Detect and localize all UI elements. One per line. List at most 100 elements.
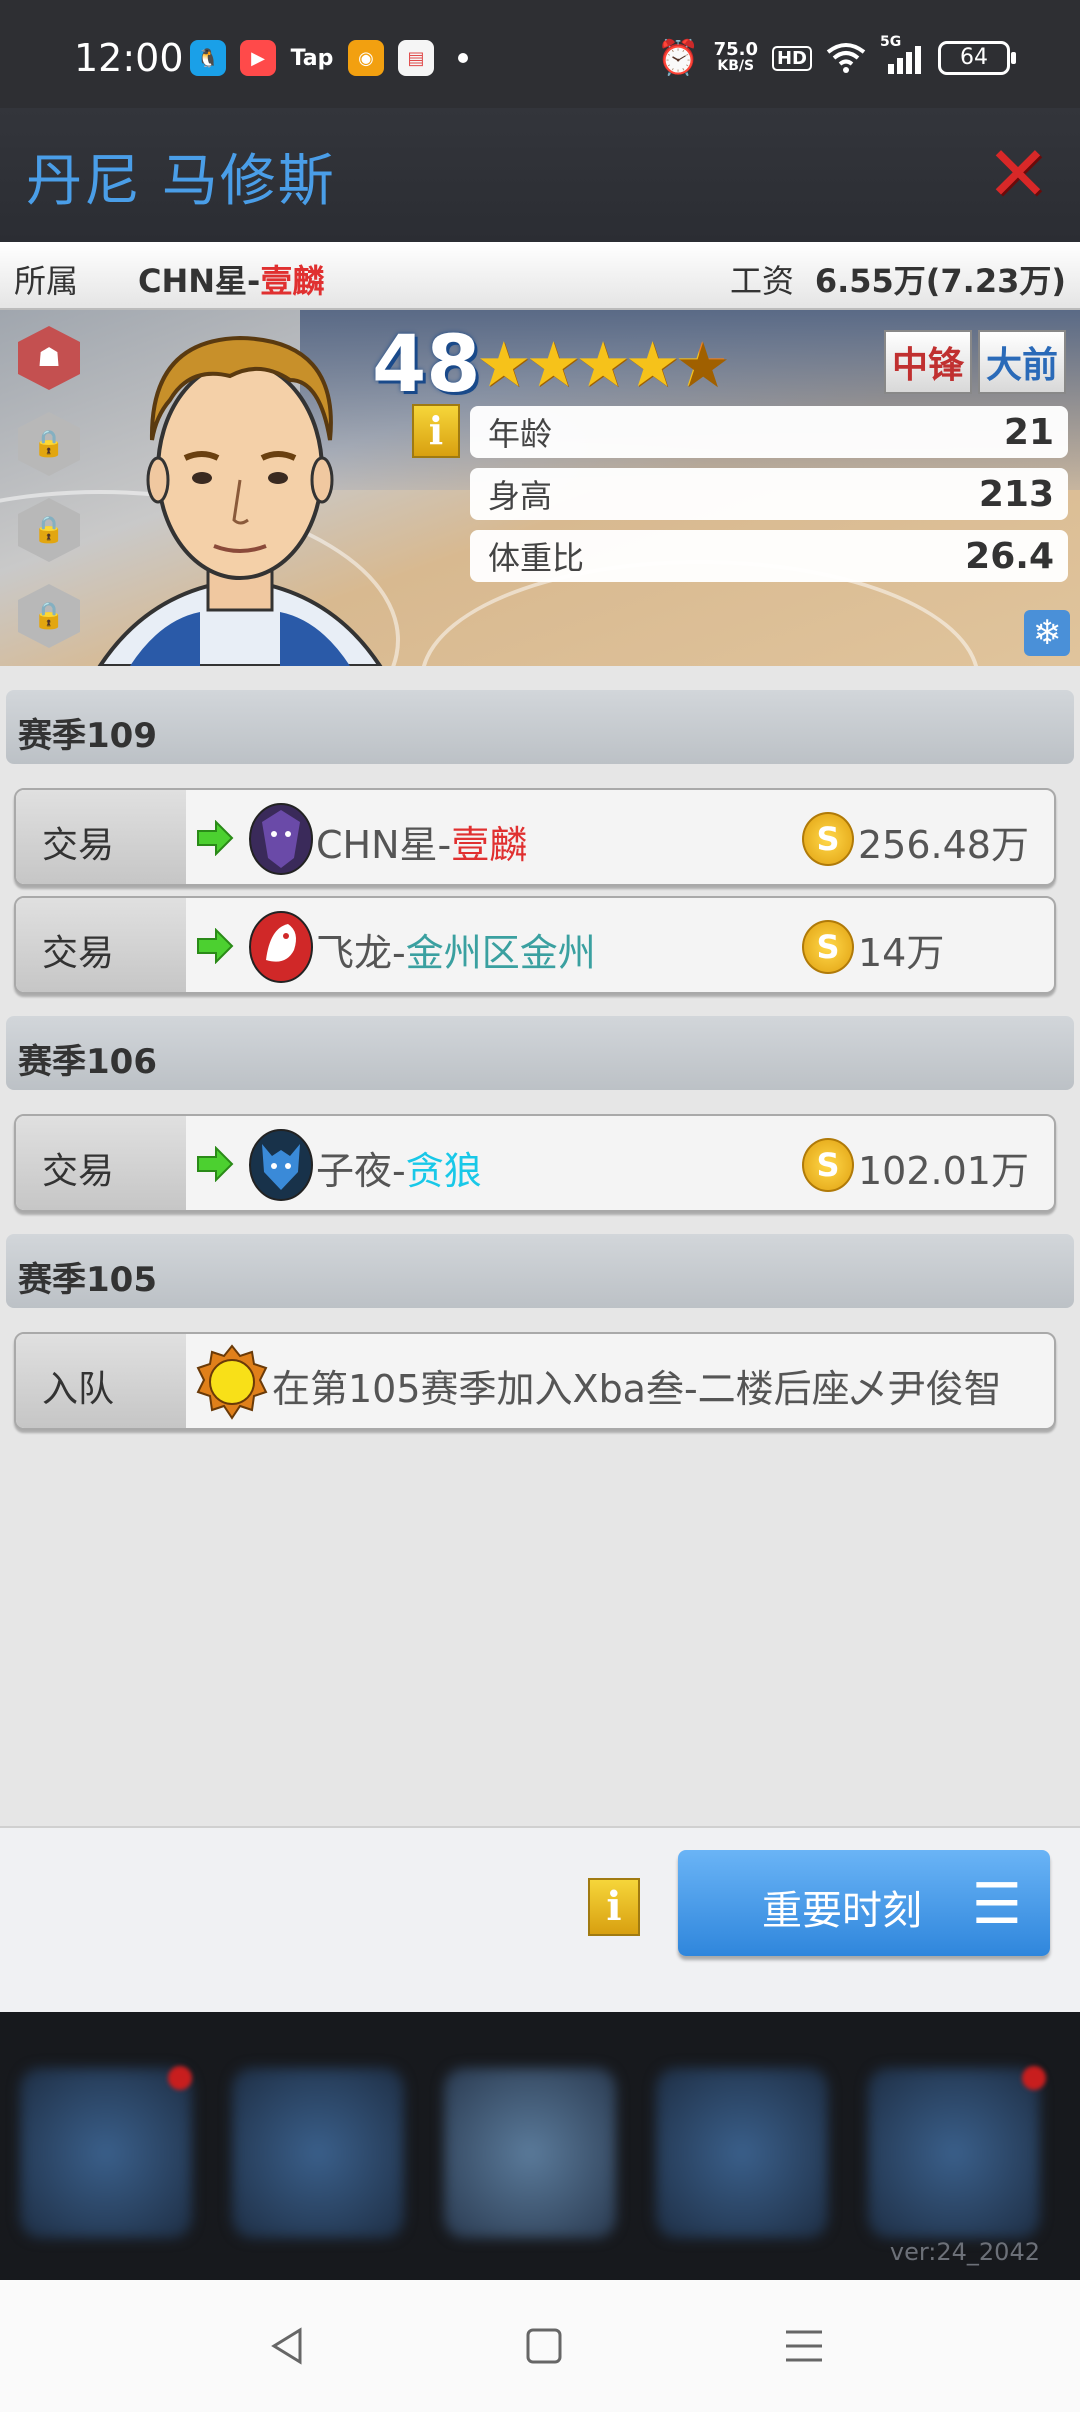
entry-type: 交易 — [16, 898, 186, 992]
important-moments-button[interactable]: 重要时刻 ☰ — [678, 1850, 1050, 1956]
menu-icon: ☰ — [971, 1872, 1022, 1937]
nav-star-icon[interactable] — [20, 2068, 192, 2238]
wifi-icon — [826, 43, 866, 73]
arrow-right-icon — [197, 1146, 234, 1182]
recents-icon[interactable] — [782, 2324, 826, 2368]
coin-icon: S — [802, 920, 854, 974]
history-entry[interactable]: 交易 子夜-贪狼 S 102.01万 — [14, 1114, 1056, 1212]
salary-value: 6.55万(7.23万) — [814, 262, 1066, 300]
lock-icon[interactable]: 🔒 — [18, 412, 80, 476]
history-entry[interactable]: 交易 CHN星-壹麟 S 256.48万 — [14, 788, 1056, 886]
team-name: 子夜-贪狼 — [316, 1140, 482, 1195]
info-icon[interactable]: i — [588, 1878, 640, 1936]
team-salary-row: 所属 CHN星-壹麟 工资 6.55万(7.23万) — [0, 242, 1080, 310]
player-panel: ☗ 🔒 🔒 🔒 48 ★★★★★ 中锋 大前 i 年龄 21 身高 213 体重… — [0, 310, 1080, 666]
nav-team-icon[interactable] — [444, 2068, 616, 2238]
team-prefix: CHN星- — [316, 823, 452, 867]
tap-icon: Tap — [290, 45, 334, 71]
arrow-right-icon — [197, 820, 234, 856]
notification-dot — [458, 53, 468, 63]
status-app-icons: 🐧 ▶ Tap ◉ ▤ — [190, 40, 468, 76]
stat-row-height: 身高 213 — [470, 468, 1068, 520]
footer-bar: i 重要时刻 ☰ — [0, 1826, 1080, 2012]
moments-label: 重要时刻 — [762, 1888, 922, 1934]
position-tag-center: 中锋 — [883, 330, 972, 394]
network-speed: 75.0 KB/S — [713, 39, 758, 75]
team-name: 飞龙-金州区金州 — [316, 922, 596, 977]
weibo-icon: ◉ — [348, 40, 384, 76]
stat-value: 213 — [978, 473, 1054, 515]
player-stats: 年龄 21 身高 213 体重比 26.4 — [470, 406, 1068, 582]
team-suffix: 金州区金州 — [405, 931, 596, 975]
stat-value: 21 — [1003, 411, 1054, 453]
star-icon: ★ — [575, 328, 631, 401]
season-header: 赛季109 — [6, 690, 1074, 764]
team-value[interactable]: CHN星-壹麟 — [138, 256, 324, 302]
entry-type: 交易 — [16, 1116, 186, 1210]
version-label: ver:24_2042 — [889, 2238, 1040, 2266]
close-button[interactable]: ✕ — [982, 136, 1054, 212]
sun-badge-icon — [196, 1344, 268, 1420]
home-icon[interactable] — [522, 2324, 566, 2368]
team-name: 壹麟 — [260, 262, 325, 300]
qq-icon: 🐧 — [190, 40, 226, 76]
nav-globe-icon[interactable] — [656, 2068, 828, 2238]
signal-icon: 5G — [880, 34, 924, 74]
history-entry[interactable]: 交易 飞龙-金州区金州 S 14万 — [14, 896, 1056, 994]
transfer-fee: 14万 — [858, 931, 945, 975]
team-suffix: 壹麟 — [451, 823, 528, 867]
team-logo-icon — [249, 911, 313, 983]
star-icon: ★ — [525, 328, 582, 401]
half-star-icon: ★ — [674, 328, 730, 401]
player-avatar — [97, 335, 383, 666]
entry-type: 交易 — [16, 790, 186, 884]
status-system-icons: ⏰ 75.0 KB/S HD 5G 64 — [657, 34, 1016, 78]
season-header: 赛季105 — [6, 1234, 1074, 1308]
transfer-fee: 102.01万 — [858, 1149, 1029, 1193]
info-icon[interactable]: i — [412, 404, 460, 458]
nav-rank-icon[interactable] — [868, 2068, 1040, 2238]
player-name: 丹尼 马修斯 — [26, 149, 336, 214]
team-logo-icon — [249, 1129, 313, 1201]
back-icon[interactable] — [266, 2324, 310, 2368]
season-header: 赛季106 — [6, 1016, 1074, 1090]
stat-row-weight-ratio: 体重比 26.4 — [470, 530, 1068, 582]
player-rating: 48 — [372, 320, 481, 410]
star-rating: ★★★★★ — [476, 328, 730, 401]
lock-icon[interactable]: 🔒 — [18, 584, 80, 648]
transfer-fee: 256.48万 — [858, 823, 1029, 867]
status-time: 12:00 — [74, 36, 184, 80]
hd-icon: HD — [771, 45, 812, 71]
stat-row-age: 年龄 21 — [470, 406, 1068, 458]
network-type: 5G — [880, 34, 902, 50]
transfer-history: 赛季109 交易 CHN星-壹麟 S 256.48万 交易 飞龙-金州区金州 S… — [0, 666, 1080, 1826]
team-logo-icon — [249, 803, 313, 875]
arrow-right-icon — [197, 928, 234, 964]
coin-icon: S — [802, 1138, 854, 1192]
skill-badge-icon[interactable]: ☗ — [18, 326, 80, 390]
battery-icon: 64 — [938, 41, 1016, 75]
status-bar: 12:00 🐧 ▶ Tap ◉ ▤ ⏰ 75.0 KB/S HD 5G 64 — [0, 0, 1080, 108]
lock-icon[interactable]: 🔒 — [18, 498, 80, 562]
notification-badge — [168, 2066, 192, 2090]
speed-unit: KB/S — [717, 58, 755, 74]
star-icon: ★ — [476, 328, 532, 401]
position-tags: 中锋 大前 — [883, 330, 1066, 394]
team-label: 所属 — [14, 262, 79, 300]
nav-money-icon[interactable] — [232, 2068, 404, 2238]
speed-value: 75.0 — [713, 39, 758, 60]
entry-type: 入队 — [16, 1334, 186, 1428]
history-entry[interactable]: 入队 在第105赛季加入Xba叁-二楼后座乄尹俊智 — [14, 1332, 1056, 1430]
snowflake-icon[interactable]: ❄ — [1024, 610, 1070, 656]
join-description: 在第105赛季加入Xba叁-二楼后座乄尹俊智 — [272, 1367, 1002, 1411]
skill-badges: ☗ 🔒 🔒 🔒 — [18, 326, 80, 648]
team-prefix: 飞龙- — [316, 931, 406, 975]
notification-badge — [1022, 2066, 1046, 2090]
salary-label: 工资 — [730, 262, 795, 300]
position-tag-power-forward: 大前 — [977, 330, 1066, 394]
game-nav-bar: ver:24_2042 — [0, 2012, 1080, 2280]
system-nav-bar — [0, 2280, 1080, 2412]
stat-label: 身高 — [488, 477, 553, 515]
kuaishou-icon: ▶ — [240, 40, 276, 76]
alarm-icon: ⏰ — [657, 38, 700, 78]
